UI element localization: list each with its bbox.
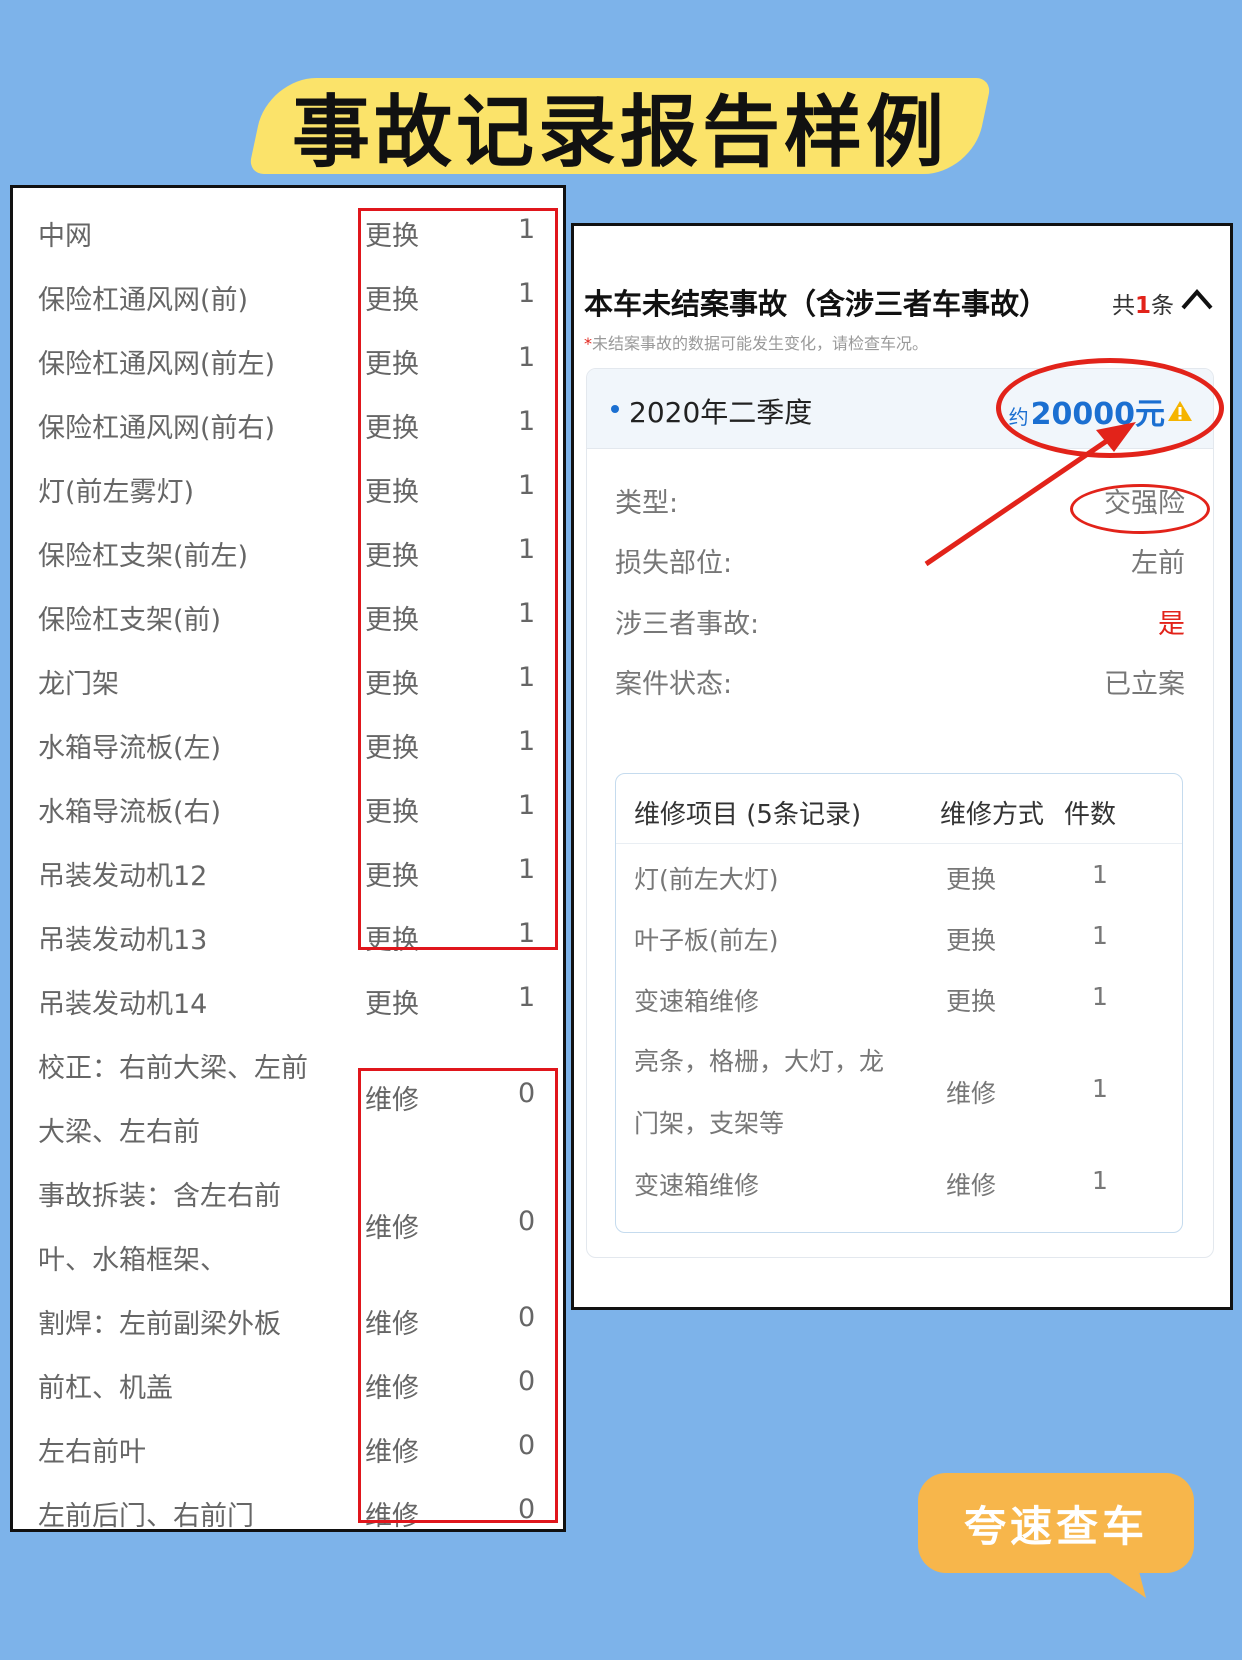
report-title: 本车未结案事故（含涉三者车事故） — [584, 287, 1049, 321]
cell-item: 变速箱维修 — [634, 987, 760, 1016]
cell-method: 更换 — [946, 926, 997, 955]
count-prefix: 共 — [1111, 293, 1135, 319]
field-label-third-party: 涉三者事故: — [615, 609, 760, 640]
cell-qty: 1 — [1092, 982, 1108, 1011]
header-qty: 件数 — [1064, 800, 1117, 830]
cell-method: 维修 — [946, 1079, 997, 1108]
cell-item: 灯(前左大灯) — [634, 865, 779, 894]
brand-bubble: 夸速查车 — [918, 1473, 1194, 1573]
item-name-line1: 校正：右前大梁、左前 — [38, 1053, 308, 1084]
count-number: 1 — [1134, 293, 1151, 319]
field-value-damage-part: 左前 — [1131, 548, 1185, 579]
item-method: 更换 — [365, 989, 419, 1020]
cell-item: 变速箱维修 — [634, 1171, 760, 1200]
item-name-line2: 叶、水箱框架、 — [38, 1245, 227, 1276]
highlight-ellipse-type — [1070, 484, 1210, 534]
cell-item-line2: 门架，支架等 — [634, 1109, 785, 1138]
field-label-case-status: 案件状态: — [615, 669, 733, 700]
record-count: 共1条 — [1112, 286, 1174, 320]
item-name: 中网 — [38, 221, 92, 252]
cell-qty: 1 — [1092, 1166, 1108, 1195]
item-name: 龙门架 — [38, 669, 119, 700]
item-name: 灯(前左雾灯) — [38, 477, 195, 508]
cell-qty: 1 — [1092, 921, 1108, 950]
field-value-case-status: 已立案 — [1104, 669, 1185, 700]
cell-qty: 1 — [1092, 1074, 1108, 1103]
bubble-tail-icon — [1090, 1560, 1146, 1598]
cell-item: 叶子板(前左) — [634, 926, 779, 955]
item-name-line1: 事故拆装：含左右前 — [38, 1181, 281, 1212]
item-qty: 1 — [518, 982, 536, 1013]
bullet-dot-icon — [611, 405, 619, 413]
page-title: 事故记录报告样例 — [291, 88, 948, 178]
header-method: 维修方式 — [940, 800, 1045, 830]
item-name: 吊装发动机13 — [38, 925, 208, 956]
cell-method: 更换 — [946, 987, 997, 1016]
item-name: 保险杠支架(前) — [38, 605, 222, 636]
item-name: 左右前叶 — [38, 1437, 146, 1468]
item-name: 吊装发动机14 — [38, 989, 208, 1020]
item-name: 保险杠通风网(前) — [38, 285, 249, 316]
note-text: 未结案事故的数据可能发生变化，请检查车况。 — [592, 334, 929, 353]
field-label-damage-part: 损失部位: — [615, 548, 733, 579]
item-name: 水箱导流板(右) — [38, 797, 222, 828]
item-name: 左前后门、右前门 — [38, 1501, 254, 1532]
chevron-up-icon[interactable] — [1180, 284, 1214, 314]
cell-method: 维修 — [946, 1171, 997, 1200]
item-name: 保险杠通风网(前右) — [38, 413, 276, 444]
field-label-type: 类型: — [615, 488, 679, 519]
cell-method: 更换 — [946, 865, 997, 894]
accident-report-panel: 本车未结案事故（含涉三者车事故） 共1条 *未结案事故的数据可能发生变化，请检查… — [571, 223, 1233, 1310]
item-name: 保险杠支架(前左) — [38, 541, 249, 572]
count-suffix: 条 — [1151, 293, 1174, 319]
field-value-third-party: 是 — [1158, 609, 1185, 640]
accident-period: 2020年二季度 — [629, 396, 813, 429]
item-name-line2: 大梁、左右前 — [38, 1117, 200, 1148]
item-name: 水箱导流板(左) — [38, 733, 222, 764]
highlight-box-replace — [358, 208, 558, 950]
repair-table: 维修项目 (5条记录) 维修方式 件数 灯(前左大灯) 更换 1 叶子板(前左)… — [615, 773, 1183, 1233]
header-item: 维修项目 (5条记录) — [634, 800, 862, 830]
report-note: *未结案事故的数据可能发生变化，请检查车况。 — [584, 330, 928, 354]
item-name: 前杠、机盖 — [38, 1373, 173, 1404]
cell-item-line1: 亮条，格栅，大灯，龙 — [634, 1047, 885, 1076]
repair-list-panel: 中网 更换 1 保险杠通风网(前) 更换 1 保险杠通风网(前左) 更换 1 保… — [10, 185, 566, 1532]
cell-qty: 1 — [1092, 860, 1108, 889]
highlight-ellipse-amount — [996, 358, 1224, 458]
item-name: 吊装发动机12 — [38, 861, 208, 892]
highlight-box-repair — [358, 1068, 558, 1523]
table-header: 维修项目 (5条记录) 维修方式 件数 — [616, 774, 1182, 844]
note-star: * — [584, 334, 592, 353]
item-name: 保险杠通风网(前左) — [38, 349, 276, 380]
item-name: 割焊：左前副梁外板 — [38, 1309, 281, 1340]
